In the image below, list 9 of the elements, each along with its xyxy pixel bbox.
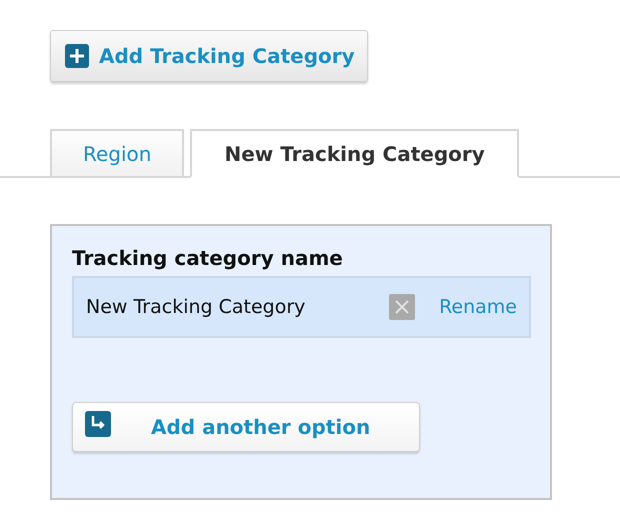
add-tracking-category-button[interactable]: Add Tracking Category (50, 30, 368, 82)
field-label: Tracking category name (72, 246, 344, 270)
category-name: New Tracking Category (86, 296, 306, 318)
rename-link[interactable]: Rename (439, 296, 517, 318)
tab[interactable]: Region (50, 129, 184, 176)
plus-icon (65, 44, 89, 68)
close-icon[interactable] (389, 294, 416, 320)
add-option-button[interactable]: Add another option (72, 402, 420, 452)
tab[interactable]: New Tracking Category (190, 129, 519, 178)
